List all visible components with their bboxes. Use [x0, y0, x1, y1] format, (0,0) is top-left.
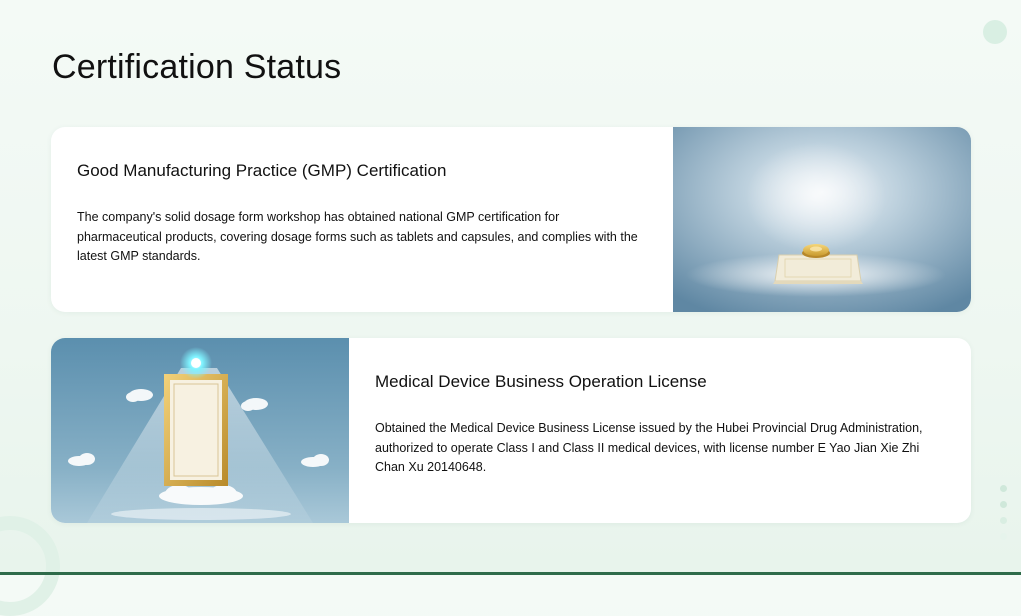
gmp-certification-card: Good Manufacturing Practice (GMP) Certif…: [51, 127, 971, 312]
medical-device-license-card: Medical Device Business Operation Licens…: [51, 338, 971, 523]
framed-certificate-spotlight-image: [51, 338, 349, 523]
card-title: Good Manufacturing Practice (GMP) Certif…: [77, 161, 447, 180]
card-text: Medical Device Business Operation Licens…: [375, 338, 945, 478]
card-description: Obtained the Medical Device Business Lic…: [375, 421, 923, 474]
page-title: Certification Status: [52, 48, 342, 86]
card-text: Good Manufacturing Practice (GMP) Certif…: [77, 127, 647, 267]
card-description: The company's solid dosage form workshop…: [77, 210, 638, 263]
card-title: Medical Device Business Operation Licens…: [375, 372, 707, 391]
decorative-circle: [983, 20, 1007, 44]
decorative-arc: [0, 516, 60, 616]
decorative-dots: [1000, 485, 1007, 549]
certificate-on-pedestal-image: [673, 127, 971, 312]
